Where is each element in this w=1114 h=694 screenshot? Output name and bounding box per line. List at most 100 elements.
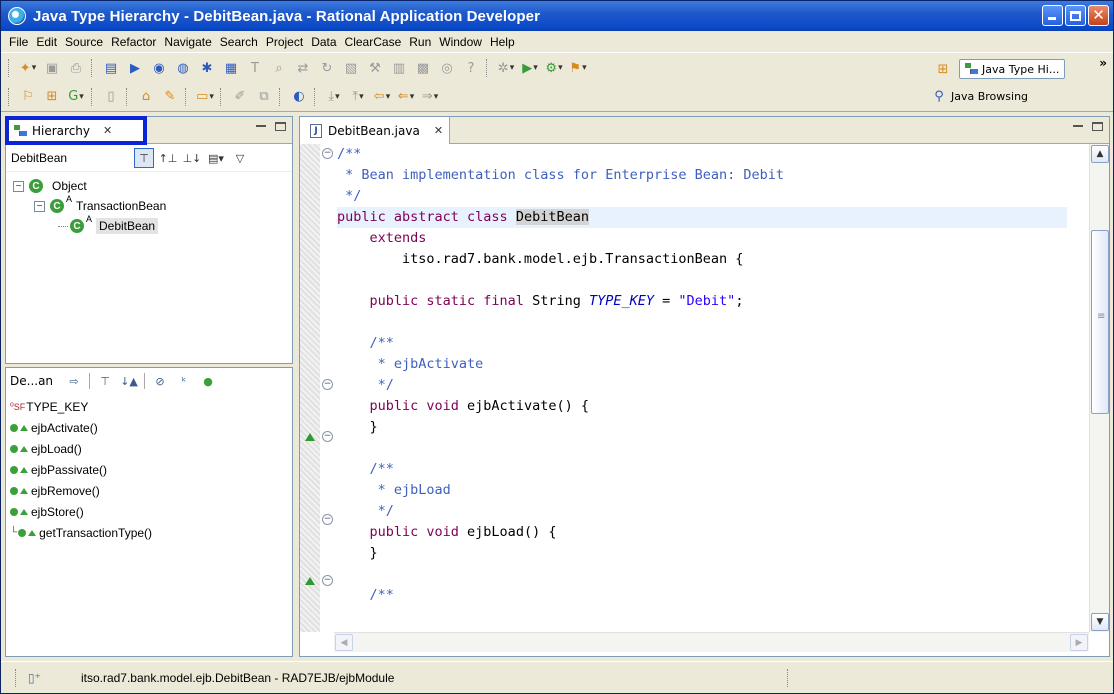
filter-icon[interactable]: ▧	[341, 59, 361, 77]
link-icon[interactable]: ⇄	[293, 59, 313, 77]
toolbar-grip[interactable]	[279, 87, 282, 106]
fold-collapse-icon[interactable]: −	[322, 431, 333, 442]
toolbar-grip[interactable]	[91, 87, 94, 106]
maximize-view-icon[interactable]	[275, 122, 286, 131]
toolbar-grip[interactable]	[126, 87, 129, 106]
toolbar-grip[interactable]	[486, 59, 489, 77]
scroll-thumb[interactable]	[1091, 230, 1109, 414]
refresh-icon[interactable]: ↻	[317, 59, 337, 77]
member-gettransactiontype[interactable]: └ getTransactionType()	[6, 522, 292, 543]
close-tab-icon[interactable]: ✕	[103, 124, 112, 137]
menu-data[interactable]: Data	[307, 35, 340, 49]
debug-server-icon[interactable]: ✱	[197, 59, 217, 77]
code-area[interactable]: /** * Bean implementation class for Ente…	[337, 144, 1067, 632]
tree-node-object[interactable]: − C Object	[6, 176, 292, 196]
more-perspectives-button[interactable]: »	[1099, 56, 1107, 70]
menu-navigate[interactable]: Navigate	[160, 35, 215, 49]
hide-non-public-icon[interactable]: ●	[199, 372, 217, 390]
show-subtype-hierarchy-icon[interactable]: ⊥↓	[182, 148, 202, 168]
member-ejbload[interactable]: ejbLoad()	[6, 438, 292, 459]
show-type-hierarchy-icon[interactable]: ⊤	[134, 148, 154, 168]
scroll-left-icon[interactable]: ◀	[335, 634, 353, 651]
start-server-icon[interactable]: ◉	[149, 59, 169, 77]
menu-clearcase[interactable]: ClearCase	[341, 35, 406, 49]
annotation-icon[interactable]: ✐	[230, 88, 250, 106]
close-button[interactable]: ✕	[1088, 5, 1109, 26]
forward-icon[interactable]: ⇒	[420, 88, 440, 106]
run-profile-icon[interactable]: ⚙	[544, 59, 564, 77]
toolbar-grip[interactable]	[8, 59, 11, 77]
open-folder-icon[interactable]: ⌂	[136, 88, 156, 106]
toolbar-grip[interactable]	[91, 59, 94, 77]
member-type-key[interactable]: ᵒ SF TYPE_KEY	[6, 396, 292, 417]
fold-collapse-icon[interactable]: −	[322, 379, 333, 390]
globe-icon[interactable]: ◐	[289, 88, 309, 106]
menu-source[interactable]: Source	[61, 35, 107, 49]
zoom-icon[interactable]: ◎	[437, 59, 457, 77]
toolbar-grip[interactable]	[220, 87, 223, 106]
show-all-inherited-icon[interactable]: ⊤	[96, 372, 114, 390]
minimize-button[interactable]	[1042, 5, 1063, 26]
profile-server-icon[interactable]: ▦	[221, 59, 241, 77]
hide-static-icon[interactable]: ᵏ	[175, 372, 193, 390]
tree-node-transactionbean[interactable]: − CA TransactionBean	[6, 194, 292, 216]
menu-refactor[interactable]: Refactor	[107, 35, 160, 49]
view-menu-icon[interactable]: ▽	[230, 148, 250, 168]
close-tab-icon[interactable]: ✕	[434, 124, 443, 137]
tab-debitbean-java[interactable]: J DebitBean.java ✕	[300, 117, 450, 144]
menu-file[interactable]: File	[5, 35, 32, 49]
fold-collapse-icon[interactable]: −	[322, 148, 333, 159]
fast-view-icon[interactable]: ▯⁺	[28, 671, 41, 685]
tools-icon[interactable]: ⚒	[365, 59, 385, 77]
perspective-java-browsing[interactable]: ⚲ Java Browsing	[931, 87, 1028, 105]
fold-collapse-icon[interactable]: −	[322, 575, 333, 586]
tab-hierarchy[interactable]: Hierarchy ✕	[5, 116, 147, 145]
menu-window[interactable]: Window	[435, 35, 486, 49]
menu-run[interactable]: Run	[405, 35, 435, 49]
menu-search[interactable]: Search	[216, 35, 262, 49]
vertical-scrollbar[interactable]: ▲ ▼	[1089, 144, 1109, 632]
horizontal-scrollbar[interactable]: ◀ ▶	[334, 632, 1089, 652]
toolbar-grip[interactable]	[185, 87, 188, 106]
search-icon[interactable]: ⌕	[269, 59, 289, 77]
new-package-icon[interactable]: ⊞	[42, 88, 62, 106]
run-icon[interactable]: ▶	[520, 59, 540, 77]
next-annotation-icon[interactable]: ⤓	[324, 88, 344, 106]
maximize-button[interactable]	[1065, 5, 1086, 26]
table-icon[interactable]: ▥	[389, 59, 409, 77]
back-icon[interactable]: ⇐	[396, 88, 416, 106]
override-indicator-icon[interactable]	[305, 433, 315, 441]
binary-icon[interactable]: ▩	[413, 59, 433, 77]
scroll-right-icon[interactable]: ▶	[1070, 634, 1088, 651]
perspective-java-type-hierarchy[interactable]: Java Type Hi...	[959, 59, 1066, 79]
scroll-down-icon[interactable]: ▼	[1091, 613, 1109, 631]
publish-icon[interactable]: ▶	[125, 59, 145, 77]
tree-node-debitbean[interactable]: CA DebitBean	[6, 214, 292, 236]
save-icon[interactable]: ▣	[42, 59, 62, 77]
override-indicator-icon[interactable]	[305, 577, 315, 585]
previous-annotation-icon[interactable]: ⤒	[348, 88, 368, 106]
sort-by-defining-type-icon[interactable]: ↓▲	[120, 372, 138, 390]
menu-project[interactable]: Project	[262, 35, 307, 49]
debug-icon[interactable]: ✲	[496, 59, 516, 77]
scroll-up-icon[interactable]: ▲	[1091, 145, 1109, 163]
maximize-editor-icon[interactable]	[1092, 122, 1103, 131]
toolbar-grip[interactable]	[8, 87, 11, 106]
help-icon[interactable]: ?	[461, 59, 481, 77]
file-icon[interactable]: ▯	[101, 88, 121, 106]
new-java-project-icon[interactable]: ⚐	[18, 88, 38, 106]
open-type-icon[interactable]: T	[245, 59, 265, 77]
menu-edit[interactable]: Edit	[32, 35, 61, 49]
open-perspective-icon[interactable]: ⊞	[933, 60, 953, 78]
hide-fields-icon[interactable]: ⊘	[151, 372, 169, 390]
member-ejbpassivate[interactable]: ejbPassivate()	[6, 459, 292, 480]
lock-view-icon[interactable]: ⇨	[65, 372, 83, 390]
new-icon[interactable]: ✦	[18, 59, 38, 77]
collapse-icon[interactable]: −	[34, 200, 45, 212]
show-supertype-hierarchy-icon[interactable]: ↑⊥	[158, 148, 178, 168]
minimize-editor-icon[interactable]	[1073, 125, 1083, 127]
history-icon[interactable]: ▤▾	[206, 148, 226, 168]
menu-help[interactable]: Help	[486, 35, 519, 49]
editor-body[interactable]: − − − − − /** * Bean implementation clas…	[300, 144, 1109, 656]
fold-collapse-icon[interactable]: −	[322, 514, 333, 525]
